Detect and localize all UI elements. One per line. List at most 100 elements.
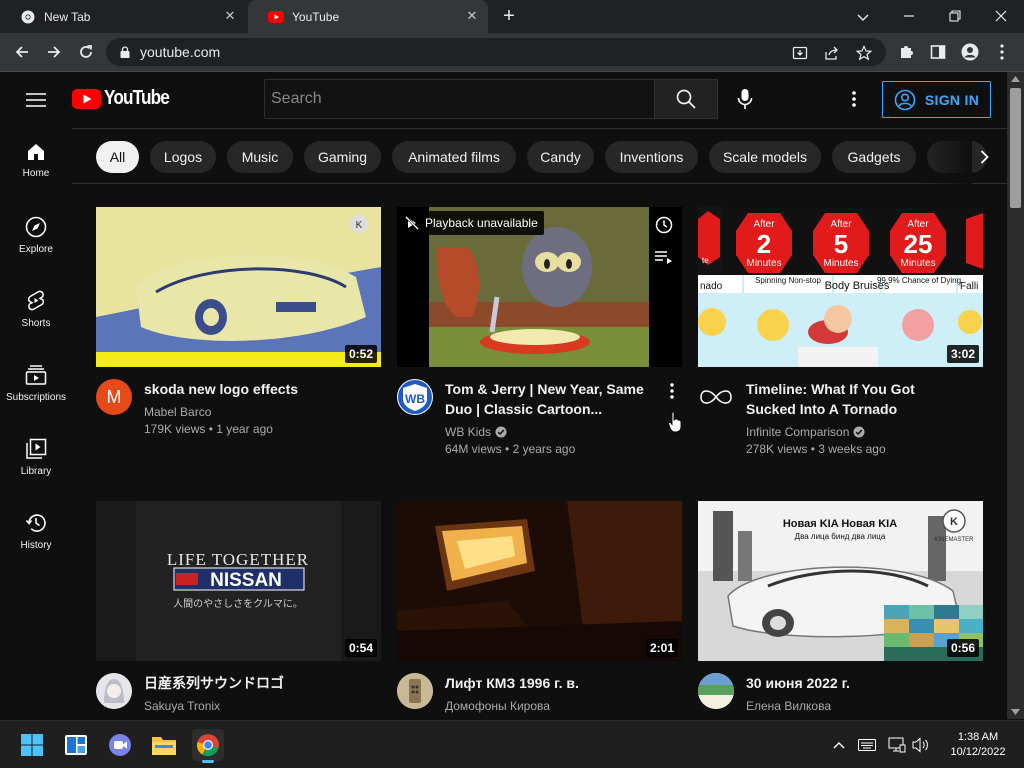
windows-start-icon[interactable]: [16, 729, 48, 761]
video-card[interactable]: LIFE TOGETHER NISSAN 人間のやさしさをクルマに。 0:54 …: [96, 501, 381, 713]
video-title[interactable]: skoda new logo effects: [144, 379, 357, 399]
channel-name[interactable]: WB Kids: [445, 425, 491, 439]
upload-age: 3 weeks ago: [818, 442, 886, 456]
video-title[interactable]: Tom & Jerry | New Year, Same Duo | Class…: [445, 379, 658, 419]
video-card[interactable]: te After 2 Minutes After 5 Minutes After: [698, 207, 983, 456]
file-explorer-icon[interactable]: [148, 729, 180, 761]
network-icon[interactable]: [888, 736, 906, 754]
video-card[interactable]: Новая KIA Новая KIA Два лица бинд два ли…: [698, 501, 983, 713]
close-window-button[interactable]: [990, 6, 1012, 28]
add-to-queue-icon[interactable]: [650, 243, 678, 271]
chip-gadgets[interactable]: Gadgets: [832, 141, 916, 173]
voice-search-button[interactable]: [728, 82, 762, 116]
channel-name[interactable]: Mabel Barco: [144, 405, 211, 419]
video-thumbnail[interactable]: te After 2 Minutes After 5 Minutes After: [698, 207, 983, 367]
chip-logos[interactable]: Logos: [150, 141, 216, 173]
reload-button[interactable]: [74, 40, 98, 64]
settings-kebab-icon[interactable]: [842, 87, 866, 111]
lock-icon[interactable]: [120, 46, 130, 58]
search-button[interactable]: [655, 79, 718, 119]
search-input[interactable]: [271, 90, 654, 108]
tab-new-tab[interactable]: New Tab ✕: [0, 0, 246, 33]
chip-music[interactable]: Music: [227, 141, 293, 173]
video-thumbnail[interactable]: LIFE TOGETHER NISSAN 人間のやさしさをクルマに。 0:54: [96, 501, 381, 661]
widgets-icon[interactable]: [60, 729, 92, 761]
channel-name[interactable]: Sakuya Tronix: [144, 699, 220, 713]
scroll-up-arrow-icon[interactable]: [1011, 76, 1020, 82]
close-tab-icon[interactable]: ✕: [222, 8, 238, 24]
hamburger-menu-icon[interactable]: [24, 88, 48, 112]
chip-scale-models[interactable]: Scale models: [709, 141, 821, 173]
chevron-up-icon[interactable]: [830, 736, 848, 754]
forward-button[interactable]: [42, 40, 66, 64]
share-icon[interactable]: [822, 43, 842, 63]
sidebar-item-shorts[interactable]: Shorts: [0, 276, 72, 350]
scroll-down-arrow-icon[interactable]: [1011, 709, 1020, 715]
channel-avatar[interactable]: [698, 673, 734, 709]
address-bar[interactable]: youtube.com: [106, 38, 886, 66]
video-thumbnail[interactable]: K 0:52: [96, 207, 381, 367]
channel-avatar[interactable]: [698, 379, 734, 415]
channel-avatar[interactable]: [96, 673, 132, 709]
youtube-header: YouTube SIGN IN: [0, 72, 1007, 128]
watch-later-clock-icon[interactable]: [650, 211, 678, 239]
restore-button[interactable]: [944, 6, 966, 28]
chip-gaming[interactable]: Gaming: [304, 141, 381, 173]
profile-icon[interactable]: [960, 42, 980, 62]
volume-icon[interactable]: [912, 736, 930, 754]
channel-avatar[interactable]: [397, 673, 433, 709]
sidebar-item-history[interactable]: History: [0, 498, 72, 572]
keyboard-icon[interactable]: [858, 736, 876, 754]
channel-avatar[interactable]: M: [96, 379, 132, 415]
scroll-thumb[interactable]: [1010, 88, 1021, 208]
sidebar-item-home[interactable]: Home: [0, 128, 72, 202]
video-title[interactable]: 30 июня 2022 г.: [746, 673, 959, 693]
bookmark-star-icon[interactable]: [854, 43, 874, 63]
chip-inventions[interactable]: Inventions: [605, 141, 698, 173]
sidebar-item-subscriptions[interactable]: Subscriptions: [0, 350, 72, 424]
sidebar-item-explore[interactable]: Explore: [0, 202, 72, 276]
channel-avatar[interactable]: WB: [397, 379, 433, 415]
close-tab-icon[interactable]: ✕: [464, 8, 480, 24]
sidebar-item-library[interactable]: Library: [0, 424, 72, 498]
chrome-taskbar-icon[interactable]: [192, 729, 224, 763]
hand-cursor-icon: [668, 411, 682, 433]
new-tab-button[interactable]: +: [498, 6, 520, 28]
chip-candy[interactable]: Candy: [527, 141, 594, 173]
video-card[interactable]: K 0:52 M skoda new logo effects Mabel Ba…: [96, 207, 381, 436]
minimize-button[interactable]: [898, 6, 920, 28]
video-title[interactable]: Лифт КМЗ 1996 г. в.: [445, 673, 658, 693]
video-title[interactable]: Timeline: What If You Got Sucked Into A …: [746, 379, 959, 419]
install-app-icon[interactable]: [790, 43, 810, 63]
search-box[interactable]: [264, 79, 655, 119]
youtube-logo[interactable]: YouTube: [72, 87, 180, 110]
clock[interactable]: 1:38 AM 10/12/2022: [940, 730, 1016, 760]
svg-text:Falli: Falli: [960, 281, 978, 292]
svg-text:Minutes: Minutes: [746, 258, 781, 269]
channel-name[interactable]: Домофоны Кирова: [445, 699, 550, 713]
tab-search-chevron-icon[interactable]: [852, 6, 874, 28]
tab-youtube[interactable]: YouTube ✕: [248, 0, 488, 33]
back-button[interactable]: [10, 40, 34, 64]
video-card[interactable]: 2:01 Лифт КМЗ 1996 г. в. Домофоны Кирова: [397, 501, 682, 713]
chip-animated-films[interactable]: Animated films: [392, 141, 516, 173]
channel-name[interactable]: Infinite Comparison: [746, 425, 849, 439]
video-thumbnail[interactable]: Playback unavailable: [397, 207, 682, 367]
sign-in-button[interactable]: SIGN IN: [882, 81, 991, 118]
browser-menu-kebab-icon[interactable]: [992, 42, 1012, 62]
video-title[interactable]: 日産系列サウンドロゴ: [144, 673, 357, 693]
chevron-right-icon[interactable]: [968, 141, 1000, 173]
channel-name[interactable]: Елена Вилкова: [746, 699, 831, 713]
video-thumbnail[interactable]: 2:01: [397, 501, 682, 661]
video-duration: 0:54: [344, 639, 377, 657]
video-action-menu-icon[interactable]: [662, 381, 682, 401]
teams-chat-icon[interactable]: [104, 729, 136, 761]
side-panel-icon[interactable]: [928, 42, 948, 62]
video-thumbnail[interactable]: Новая KIA Новая KIA Два лица бинд два ли…: [698, 501, 983, 661]
extensions-puzzle-icon[interactable]: [896, 42, 916, 62]
video-card[interactable]: Playback unavailable WB Tom & Jerry | Ne…: [397, 207, 682, 456]
svg-text:99.9% Chance of Dying: 99.9% Chance of Dying: [877, 276, 961, 285]
svg-text:人間のやさしさをクルマに。: 人間のやさしさをクルマに。: [173, 598, 303, 610]
page-scrollbar[interactable]: [1007, 72, 1024, 719]
chip-all[interactable]: All: [96, 141, 139, 173]
